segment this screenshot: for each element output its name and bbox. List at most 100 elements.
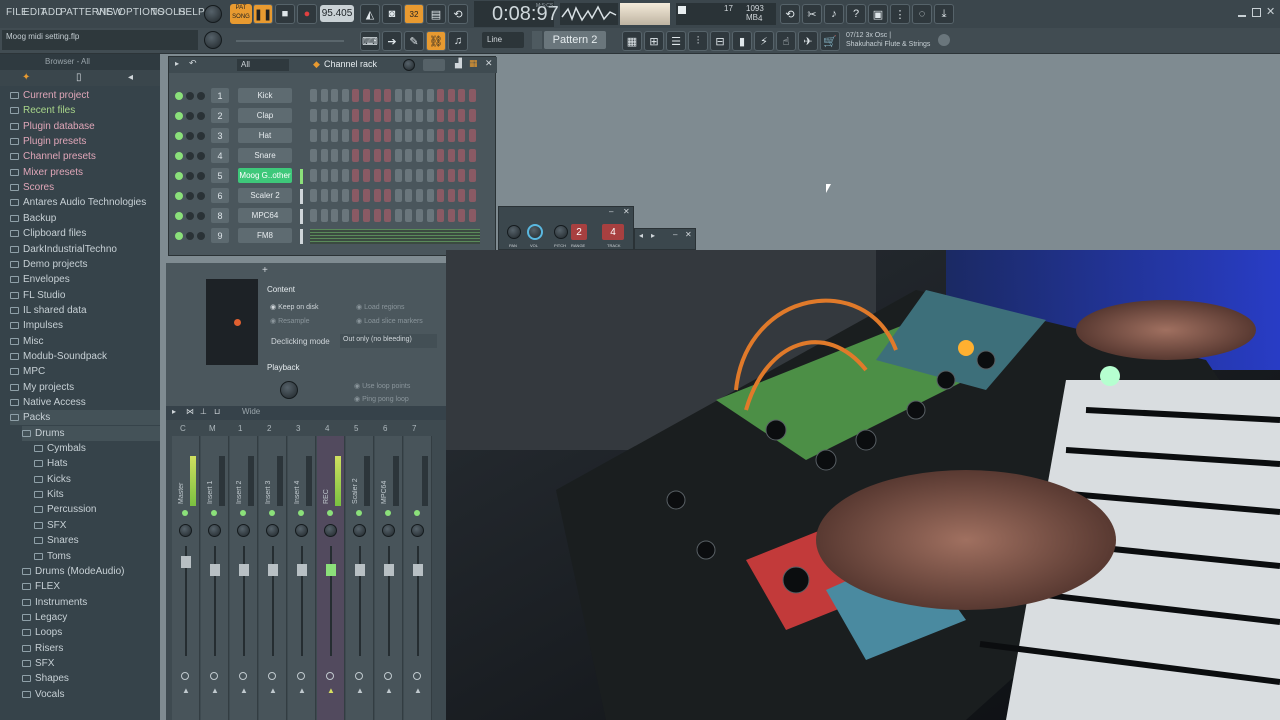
mixer-strip[interactable]: Insert 3 ▲: [259, 436, 287, 720]
channel-rack-icon[interactable]: ☰: [666, 31, 686, 51]
browser-item[interactable]: Mixer presets: [10, 165, 83, 180]
volume-fader-cap[interactable]: [384, 564, 394, 576]
browser-item[interactable]: Native Access: [10, 395, 86, 410]
file-icon[interactable]: ▯: [76, 72, 82, 83]
route-icon[interactable]: [326, 672, 334, 680]
channel-mute-led[interactable]: [175, 92, 183, 100]
time-panel[interactable]: 0:08:97 M:S:CS: [474, 1, 559, 27]
channel-number[interactable]: 3: [211, 128, 229, 143]
declicking-select[interactable]: Out only (no bleeding): [340, 334, 437, 348]
browser-item[interactable]: Risers: [22, 641, 63, 656]
browser-item[interactable]: IL shared data: [10, 303, 87, 318]
loop-record-button[interactable]: ⟲: [448, 4, 468, 24]
browser-item[interactable]: Hats: [34, 456, 68, 471]
wait-record-button[interactable]: ◙: [382, 4, 402, 24]
undo-icon[interactable]: ↶: [189, 58, 197, 69]
channel-number[interactable]: 4: [211, 148, 229, 163]
mute-led[interactable]: [269, 510, 275, 516]
step-button[interactable]: [416, 129, 423, 142]
send-arrow-icon[interactable]: ▲: [356, 686, 364, 695]
step-button[interactable]: [469, 109, 476, 122]
step-button[interactable]: [405, 209, 413, 222]
browser-item[interactable]: Vocals: [22, 687, 64, 702]
step-button[interactable]: [447, 149, 455, 162]
step-button[interactable]: [341, 189, 349, 202]
beats-button[interactable]: 32: [404, 4, 424, 24]
step-button[interactable]: [405, 169, 413, 182]
browser-item[interactable]: Misc: [10, 334, 44, 349]
volume-fader-track[interactable]: [330, 546, 332, 656]
step-button[interactable]: [469, 169, 476, 182]
download-icon[interactable]: ⤓: [934, 4, 954, 24]
route-icon[interactable]: [355, 672, 363, 680]
mixer-preset[interactable]: Wide: [242, 407, 260, 416]
mixer-menu-icon[interactable]: ▸: [172, 407, 176, 416]
stop-button[interactable]: ■: [275, 4, 295, 24]
playback-knob[interactable]: [280, 381, 298, 399]
channel-pan-knob[interactable]: [186, 212, 194, 220]
step-button[interactable]: [405, 129, 413, 142]
step-button[interactable]: [416, 89, 423, 102]
step-button[interactable]: [352, 149, 360, 162]
step-button[interactable]: [416, 169, 423, 182]
master-pitch-knob[interactable]: [204, 31, 222, 49]
track-value[interactable]: 4: [602, 224, 624, 240]
browser-item[interactable]: Plugin presets: [10, 134, 86, 149]
step-button[interactable]: [320, 189, 328, 202]
browser-item[interactable]: Shapes: [22, 671, 69, 686]
microphone-icon[interactable]: ♪: [824, 4, 844, 24]
step-button[interactable]: [447, 189, 455, 202]
channel-vol-knob[interactable]: [197, 192, 205, 200]
step-button[interactable]: [352, 169, 360, 182]
resample-option[interactable]: ◉ Resample: [270, 317, 310, 325]
menu-help[interactable]: HELP: [178, 7, 205, 18]
send-arrow-icon[interactable]: ▲: [240, 686, 248, 695]
step-button[interactable]: [363, 209, 370, 222]
channel-mute-led[interactable]: [175, 192, 183, 200]
pattern-selector[interactable]: Pattern 2: [544, 31, 606, 49]
step-button[interactable]: [426, 89, 434, 102]
volume-fader-cap[interactable]: [297, 564, 307, 576]
step-button[interactable]: [447, 89, 455, 102]
step-button[interactable]: [426, 189, 434, 202]
step-button[interactable]: [447, 209, 455, 222]
master-volume-knob[interactable]: [204, 5, 222, 23]
channel-vol-knob[interactable]: [197, 132, 205, 140]
send-arrow-icon[interactable]: ▲: [211, 686, 219, 695]
browser-item[interactable]: Plugin database: [10, 119, 95, 134]
step-button[interactable]: [469, 89, 476, 102]
swing-knob[interactable]: [403, 59, 415, 71]
channel-number[interactable]: 8: [211, 208, 229, 223]
pan-knob[interactable]: [179, 524, 192, 537]
step-button[interactable]: [469, 209, 476, 222]
step-button[interactable]: [384, 169, 392, 182]
step-button[interactable]: [458, 109, 466, 122]
link-icon[interactable]: ⛓: [426, 31, 446, 51]
pan-knob[interactable]: [237, 524, 250, 537]
browser-item[interactable]: Modub-Soundpack: [10, 349, 107, 364]
mixer-icon[interactable]: ⋮: [890, 4, 910, 24]
chat-icon[interactable]: ◌: [912, 4, 932, 24]
minimize-icon[interactable]: [1238, 9, 1246, 17]
step-button[interactable]: [458, 129, 466, 142]
browser-item[interactable]: My projects: [10, 380, 74, 395]
step-button[interactable]: [394, 129, 402, 142]
send-arrow-icon[interactable]: ▲: [182, 686, 190, 695]
route-icon[interactable]: [413, 672, 421, 680]
add-icon[interactable]: +: [262, 265, 268, 276]
step-button[interactable]: [352, 129, 360, 142]
cart-icon[interactable]: 🛒: [820, 31, 840, 51]
keep-on-disk-option[interactable]: ◉ Keep on disk: [270, 303, 319, 311]
step-button[interactable]: [458, 189, 466, 202]
step-button[interactable]: [394, 89, 402, 102]
volume-fader-cap[interactable]: [413, 564, 423, 576]
step-button[interactable]: [331, 169, 339, 182]
browser-item[interactable]: Percussion: [34, 502, 96, 517]
browser-item[interactable]: Kits: [34, 487, 64, 502]
mute-led[interactable]: [182, 510, 188, 516]
browser-item[interactable]: Packs: [10, 410, 160, 426]
step-button[interactable]: [426, 129, 434, 142]
pitch-knob[interactable]: [554, 225, 568, 239]
mixer-view-icon[interactable]: ⋈: [186, 407, 194, 416]
browser-item[interactable]: Demo projects: [10, 257, 87, 272]
